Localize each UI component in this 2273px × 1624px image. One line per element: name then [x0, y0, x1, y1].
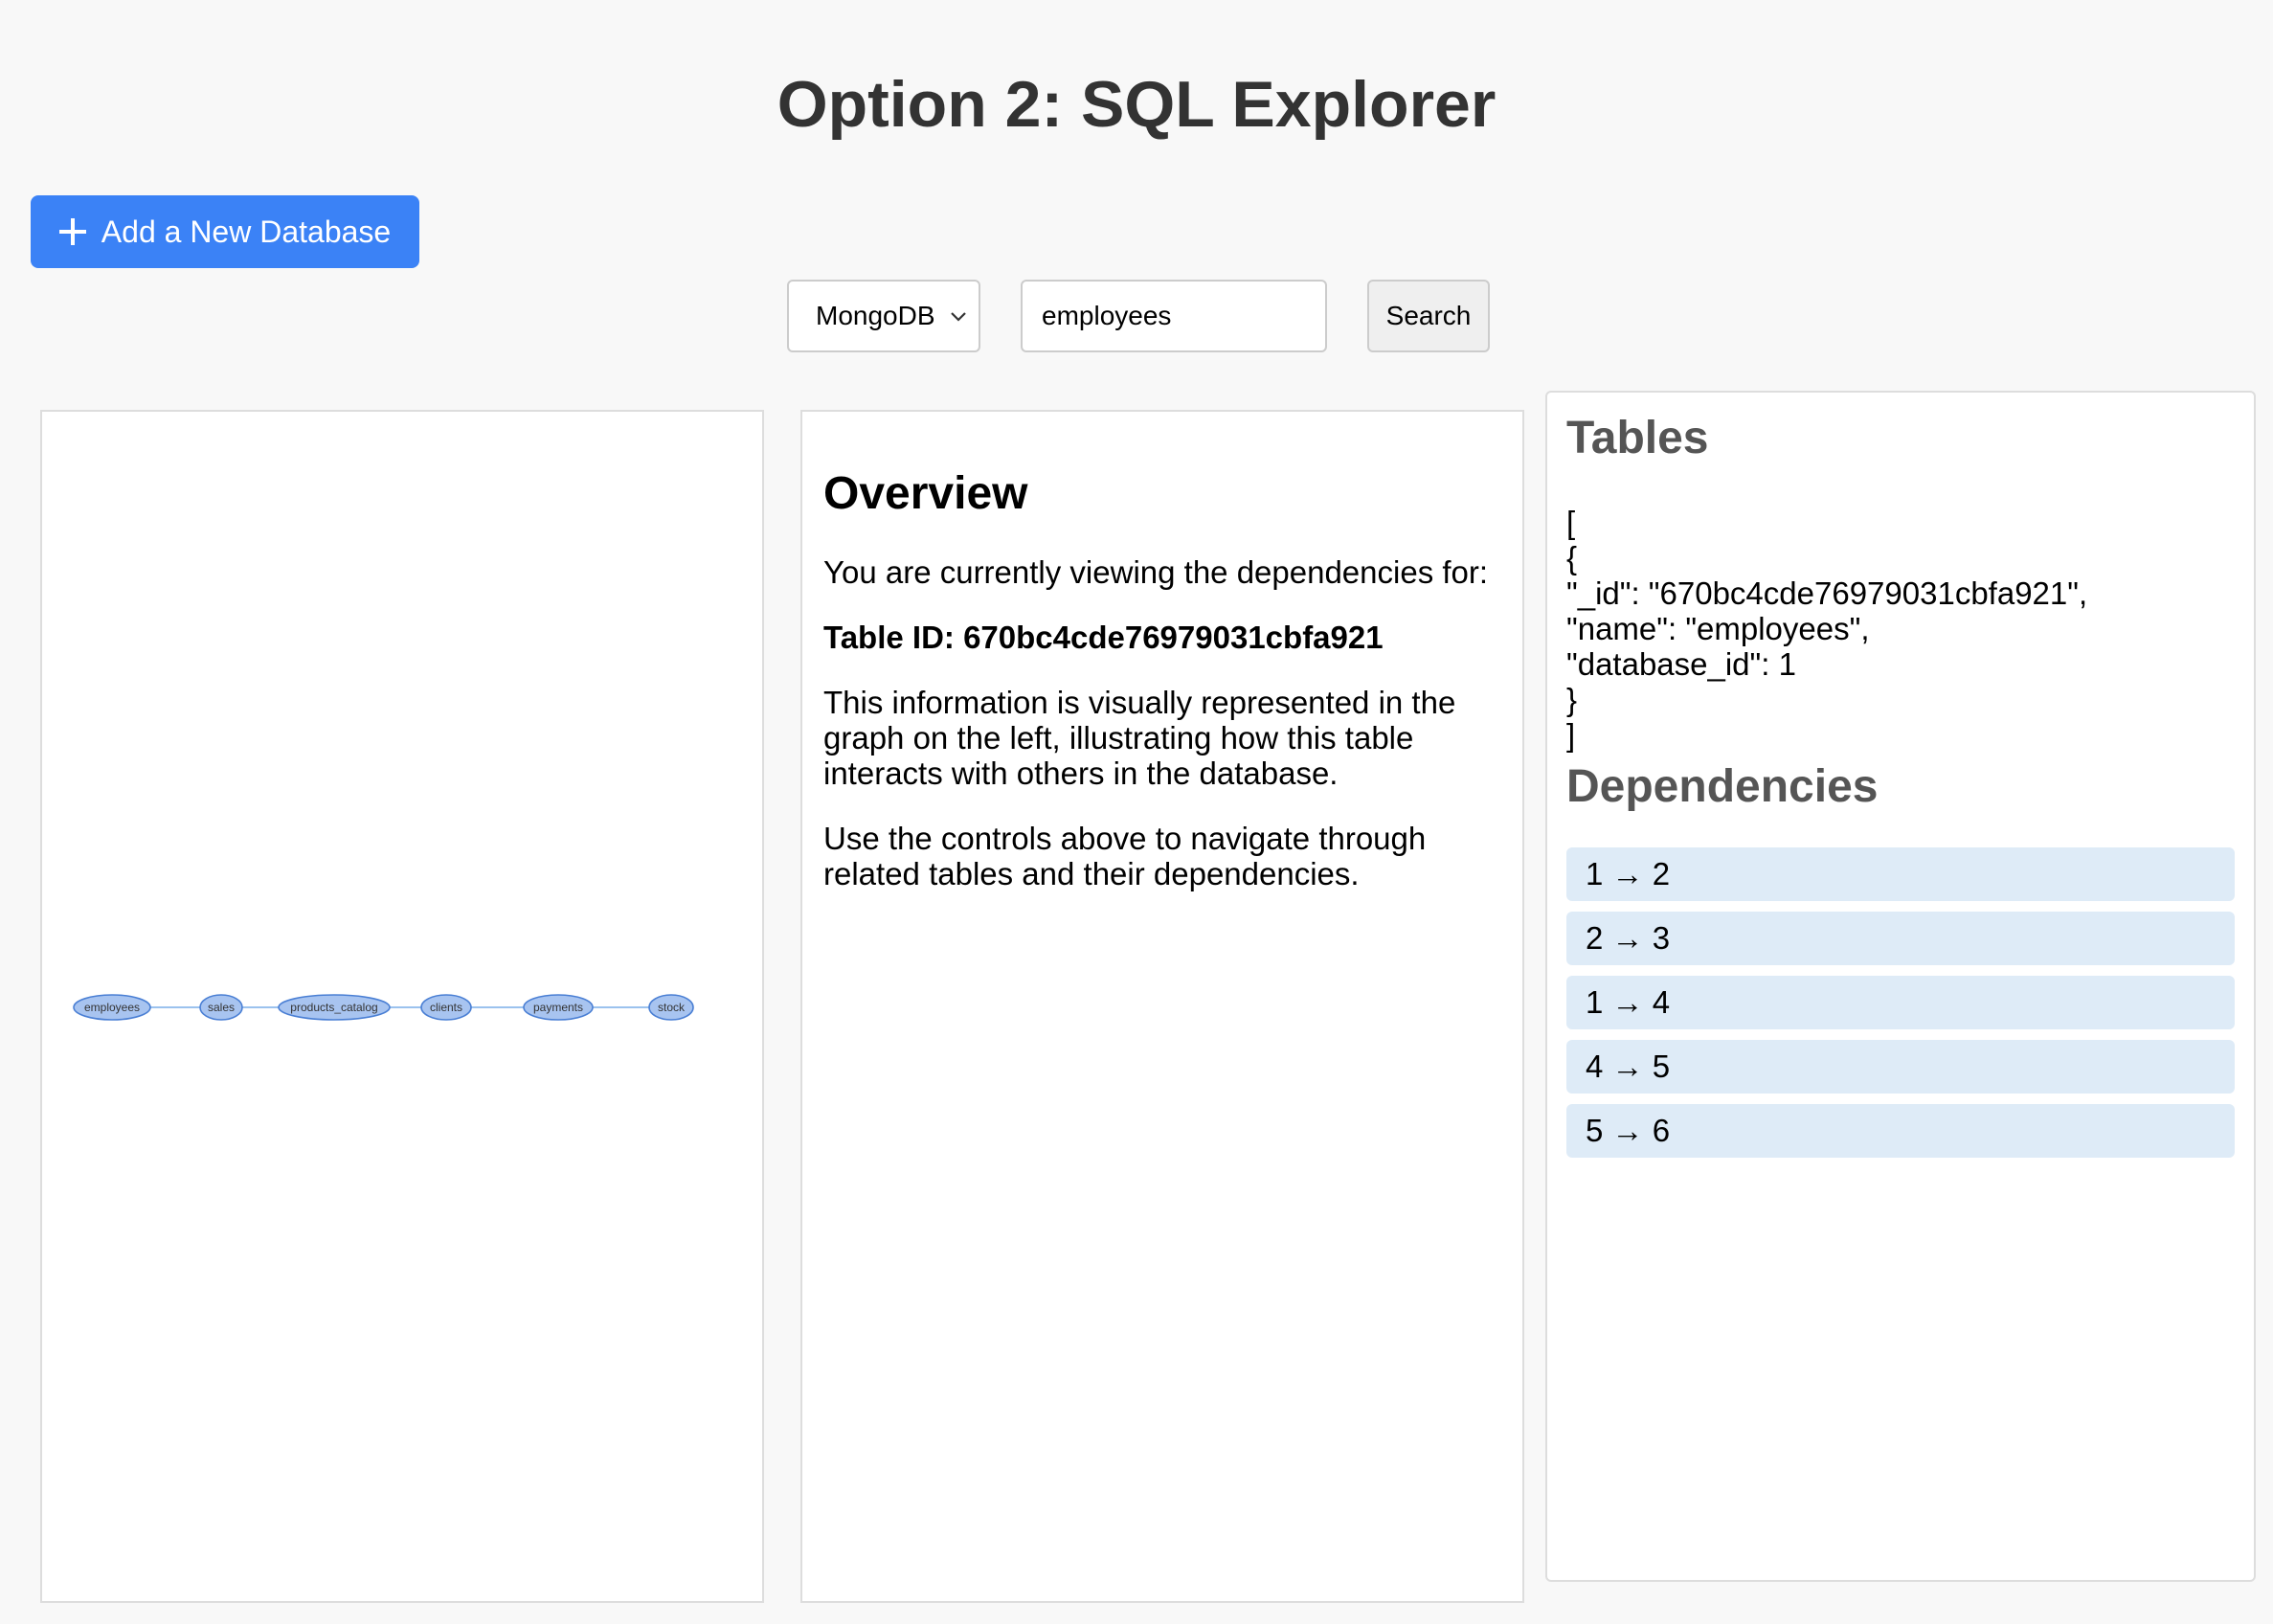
- overview-navigation-text: Use the controls above to navigate throu…: [823, 821, 1427, 891]
- table-id-text: Table ID: 670bc4cde76979031cbfa921: [823, 620, 1384, 655]
- graph-node-employees[interactable]: employees: [73, 994, 151, 1021]
- dependency-graph[interactable]: employees sales products_catalog clients pay…: [42, 412, 762, 1601]
- dependencies-heading: Dependencies: [1566, 761, 1879, 812]
- plus-icon: [58, 218, 86, 245]
- overview-panel: Overview You are currently viewing the d…: [800, 410, 1524, 1603]
- search-button[interactable]: Search: [1367, 280, 1490, 352]
- search-input[interactable]: [1021, 280, 1327, 352]
- graph-node-label: payments: [533, 1001, 583, 1014]
- graph-node-label: clients: [430, 1001, 462, 1014]
- graph-node-clients[interactable]: clients: [420, 994, 472, 1021]
- graph-node-stock[interactable]: stock: [648, 994, 694, 1021]
- tables-heading: Tables: [1566, 413, 1709, 463]
- dependency-item: 5 → 6: [1566, 1104, 2235, 1158]
- dependency-item: 2 → 3: [1566, 912, 2235, 965]
- tables-panel: Tables [ { "_id": "670bc4cde76979031cbfa…: [1545, 391, 2256, 1582]
- overview-description-text: This information is visually represented…: [823, 685, 1456, 791]
- dependency-item: 1 → 4: [1566, 976, 2235, 1029]
- overview-heading: Overview: [823, 468, 1028, 519]
- page-title: Option 2: SQL Explorer: [776, 68, 1497, 141]
- dependency-item: 4 → 5: [1566, 1040, 2235, 1094]
- graph-node-label: products_catalog: [290, 1001, 377, 1014]
- graph-node-label: stock: [658, 1001, 686, 1014]
- database-type-value: MongoDB: [816, 301, 935, 330]
- database-type-select[interactable]: MongoDB: [787, 280, 980, 352]
- add-database-label: Add a New Database: [101, 214, 392, 249]
- graph-node-sales[interactable]: sales: [199, 994, 243, 1021]
- graph-node-label: employees: [84, 1001, 140, 1014]
- graph-node-payments[interactable]: payments: [523, 994, 594, 1021]
- chevron-down-icon: [951, 312, 966, 322]
- overview-intro-text: You are currently viewing the dependenci…: [823, 554, 1489, 590]
- graph-node-label: sales: [208, 1001, 235, 1014]
- dependencies-list: 1 → 2 2 → 3 1 → 4 4 → 5 5 → 6: [1566, 847, 2235, 1158]
- dependency-graph-panel: employees sales products_catalog clients pay…: [40, 410, 764, 1603]
- tables-json: [ { "_id": "670bc4cde76979031cbfa921", "…: [1566, 505, 2088, 753]
- dependency-item: 1 → 2: [1566, 847, 2235, 901]
- graph-node-products_catalog[interactable]: products_catalog: [278, 994, 391, 1021]
- add-database-button[interactable]: Add a New Database: [31, 195, 419, 268]
